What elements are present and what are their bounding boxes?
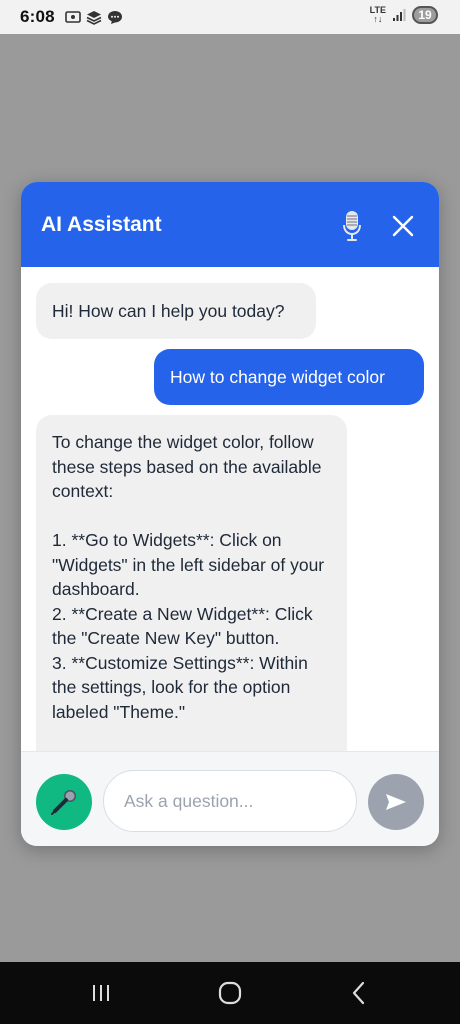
send-icon	[386, 794, 406, 810]
app-stack-icon	[86, 10, 102, 25]
chat-notification-icon	[107, 10, 122, 24]
mic-button[interactable]	[36, 774, 92, 830]
bot-message: Hi! How can I help you today?	[36, 283, 316, 339]
signal-icon	[393, 9, 406, 21]
notification-icons	[65, 10, 123, 25]
input-area	[21, 751, 439, 846]
navigation-bar	[0, 962, 460, 1024]
data-arrows-icon: ↑↓	[373, 14, 383, 24]
user-message: How to change widget color	[154, 349, 424, 405]
ai-assistant-dialog: AI Assistant Hi! How can I help you toda…	[21, 182, 439, 846]
recent-apps-button[interactable]	[86, 978, 116, 1008]
system-icons: LTE ↑↓ 19	[370, 6, 438, 24]
microphone-icon	[51, 790, 76, 815]
dialog-header: AI Assistant	[21, 182, 439, 267]
bot-message: To change the widget color, follow these…	[36, 415, 347, 751]
screenshot-icon	[65, 11, 81, 23]
battery-icon: 19	[412, 6, 438, 24]
close-icon	[392, 215, 414, 237]
microphone-icon[interactable]	[341, 210, 363, 242]
close-button[interactable]	[387, 210, 419, 242]
dialog-title: AI Assistant	[41, 213, 162, 236]
home-button[interactable]	[215, 978, 245, 1008]
question-input[interactable]	[103, 770, 357, 832]
status-time: 6:08	[20, 7, 55, 26]
send-button[interactable]	[368, 774, 424, 830]
message-list[interactable]: Hi! How can I help you today? How to cha…	[21, 267, 439, 751]
back-button[interactable]	[344, 978, 374, 1008]
status-bar: 6:08 LTE ↑↓ 19	[0, 0, 460, 34]
network-type: LTE ↑↓	[370, 6, 386, 24]
